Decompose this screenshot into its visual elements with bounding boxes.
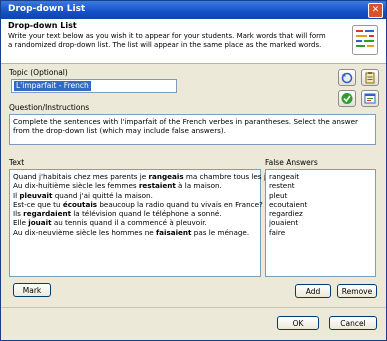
marked-word: faisaient [156,227,192,237]
preview-icon [364,93,376,104]
preview-button[interactable] [361,90,379,107]
ok-button[interactable]: OK [277,316,319,330]
question-textarea[interactable]: Complete the sentences with l'imparfait … [9,114,376,145]
text-line: Ils regardaient la télévision quand le t… [13,209,222,219]
topic-label: Topic (Optional) [9,68,68,77]
text-line: Au dix-neuvième siècle les hommes ne fai… [13,227,250,237]
clipboard-icon [365,72,375,84]
text-line: Est-ce que tu écoutais beaucoup la radio… [13,199,263,209]
marked-word: regardaient [23,209,72,219]
marked-word: rangeais [148,172,184,181]
window-title: Drop-down List [8,4,86,14]
list-item[interactable]: rangeait [269,172,372,181]
check-icon [341,93,353,104]
list-item[interactable]: faire [269,228,372,237]
topic-input[interactable]: L'imparfait - French [11,79,177,93]
list-item[interactable]: ecoutaient [269,200,372,209]
list-item[interactable]: restent [269,181,372,190]
marked-word: pleuvait [19,190,53,200]
drop-down-list-dialog: Drop-down List ✕ Drop-down List Write yo… [0,0,387,341]
text-line: Il pleuvait quand j'ai quitté la maison. [13,190,153,200]
close-button[interactable]: ✕ [368,3,383,18]
header-heading: Drop-down List [8,21,77,30]
marked-word: restaient [138,181,176,191]
list-item[interactable]: regardiez [269,209,372,218]
false-answers-list[interactable]: rangeait restent pleut ecoutaient regard… [265,169,376,277]
topic-value: L'imparfait - French [14,81,91,91]
check-button[interactable] [338,90,356,107]
header-panel: Drop-down List Write your text below as … [1,19,386,64]
text-line: Au dix-huitième siècle les femmes restai… [13,181,222,191]
undo-icon [341,72,353,84]
list-item[interactable]: pleut [269,191,372,200]
cancel-button[interactable]: Cancel [329,316,377,330]
add-button[interactable]: Add [295,284,331,298]
list-lines-icon [352,25,378,55]
title-bar[interactable]: Drop-down List ✕ [1,1,386,19]
false-answers-label: False Answers [265,158,318,167]
text-line: Quand j'habitais chez mes parents je ran… [13,172,284,181]
text-textarea[interactable]: Quand j'habitais chez mes parents je ran… [9,169,284,277]
remove-button[interactable]: Remove [337,284,377,298]
text-line: Elle jouait au tennis quand il a commenc… [13,218,207,228]
text-label: Text [9,158,25,167]
undo-button[interactable] [338,69,356,86]
clipboard-button[interactable] [361,69,379,86]
list-item[interactable]: jouaient [269,218,372,227]
mark-button[interactable]: Mark [13,283,51,297]
header-description: Write your text below as you wish it to … [8,32,326,49]
divider [1,307,386,308]
question-label: Question/Instructions [9,103,90,112]
marked-word: écoutais [62,199,98,209]
marked-word: jouait [28,218,52,228]
